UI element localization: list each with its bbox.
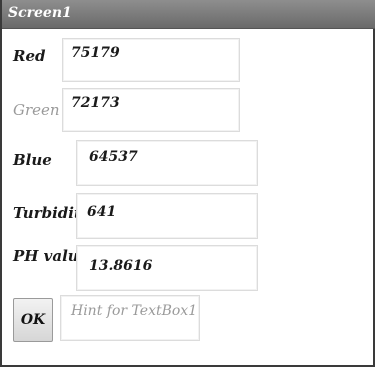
red-label: Red xyxy=(13,47,46,65)
turbidity-field[interactable]: 641 xyxy=(76,193,258,239)
app-window: Screen1 Red 75179 Green 72173 Blue 64537… xyxy=(0,0,375,367)
ph-value: 13.8616 xyxy=(89,258,153,274)
green-field[interactable]: 72173 xyxy=(62,88,240,132)
window-title: Screen1 xyxy=(8,5,72,21)
textbox1-input[interactable]: Hint for TextBox1 xyxy=(60,295,200,341)
green-label: Green xyxy=(13,101,60,119)
turbidity-value: 641 xyxy=(87,204,117,220)
title-bar: Screen1 xyxy=(2,0,375,29)
ph-field[interactable]: 13.8616 xyxy=(76,245,258,291)
blue-value: 64537 xyxy=(89,149,138,165)
green-value: 72173 xyxy=(71,95,120,111)
ok-button-label: OK xyxy=(20,312,46,328)
red-value: 75179 xyxy=(71,45,120,61)
blue-field[interactable]: 64537 xyxy=(76,140,258,186)
blue-label: Blue xyxy=(13,151,52,169)
textbox1-placeholder: Hint for TextBox1 xyxy=(71,303,198,319)
ok-button[interactable]: OK xyxy=(13,298,53,342)
red-field[interactable]: 75179 xyxy=(62,38,240,82)
